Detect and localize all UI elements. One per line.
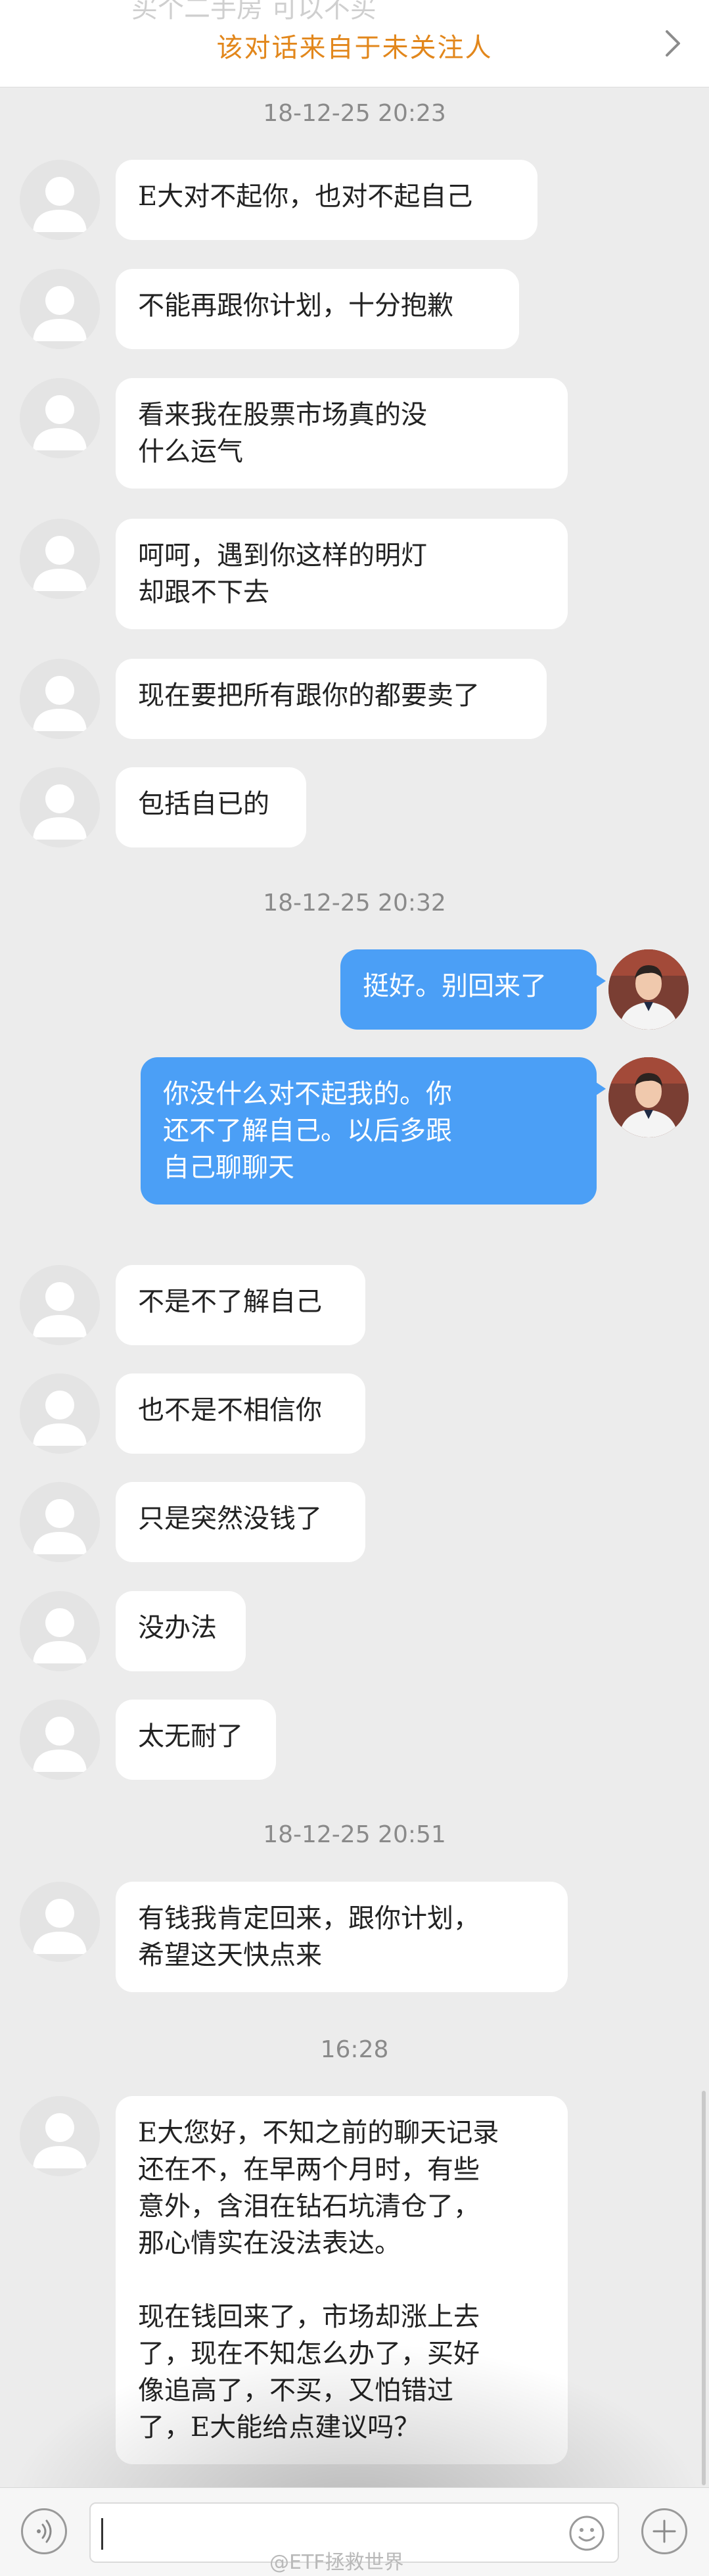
avatar-placeholder[interactable] bbox=[20, 1882, 100, 1962]
avatar[interactable] bbox=[608, 1057, 689, 1137]
message-bubble[interactable]: E大您好，不知之前的聊天记录 还在不，在早两个月时，有些 意外，含泪在钻石坑清仓… bbox=[116, 2096, 568, 2464]
plus-icon[interactable] bbox=[641, 2508, 687, 2554]
avatar-placeholder[interactable] bbox=[20, 1591, 100, 1671]
message-bubble[interactable]: 呵呵，遇到你这样的明灯 却跟不下去 bbox=[116, 519, 568, 629]
message-bubble-sent[interactable]: 你没什么对不起我的。你 还不了解自己。以后多跟 自己聊聊天 bbox=[141, 1057, 606, 1205]
input-bar: @ETF拯救世界 bbox=[0, 2487, 709, 2576]
message-bubble[interactable]: 有钱我肯定回来，跟你计划， 希望这天快点来 bbox=[116, 1882, 568, 1992]
message-bubble[interactable]: 太无耐了 bbox=[116, 1700, 276, 1780]
avatar-placeholder[interactable] bbox=[20, 1373, 100, 1454]
avatar-placeholder[interactable] bbox=[20, 269, 100, 349]
emoji-icon[interactable] bbox=[568, 2514, 606, 2552]
timestamp: 18-12-25 20:23 bbox=[263, 100, 446, 127]
timestamp: 16:28 bbox=[320, 2036, 389, 2063]
avatar-placeholder[interactable] bbox=[20, 1700, 100, 1780]
avatar-placeholder[interactable] bbox=[20, 378, 100, 458]
timestamp: 18-12-25 20:32 bbox=[263, 890, 446, 917]
watermark: @ETF拯救世界 bbox=[269, 2551, 404, 2574]
message-bubble[interactable]: 也不是不相信你 bbox=[116, 1373, 365, 1454]
message-bubble[interactable]: 包括自已的 bbox=[116, 767, 306, 847]
avatar-placeholder[interactable] bbox=[20, 659, 100, 739]
avatar-placeholder[interactable] bbox=[20, 767, 100, 847]
text-cursor bbox=[101, 2518, 103, 2550]
message-bubble[interactable]: 现在要把所有跟你的都要卖了 bbox=[116, 659, 547, 739]
chat-header: 买个二手房 可以不买 该对话来自于未关注人 bbox=[0, 0, 709, 87]
avatar-placeholder[interactable] bbox=[20, 1482, 100, 1562]
avatar-placeholder[interactable] bbox=[20, 160, 100, 240]
message-bubble[interactable]: 不是不了解自己 bbox=[116, 1265, 365, 1345]
avatar-placeholder[interactable] bbox=[20, 1265, 100, 1345]
message-bubble[interactable]: E大对不起你，也对不起自己 bbox=[116, 160, 537, 240]
message-bubble-sent[interactable]: 挺好。别回来了 bbox=[340, 949, 606, 1030]
scrollbar[interactable] bbox=[702, 2091, 706, 2485]
avatar[interactable] bbox=[608, 949, 689, 1030]
faded-previous-text: 买个二手房 可以不买 bbox=[131, 0, 377, 24]
message-bubble[interactable]: 只是突然没钱了 bbox=[116, 1482, 365, 1562]
message-bubble[interactable]: 看来我在股票市场真的没 什么运气 bbox=[116, 378, 568, 489]
conversation-notice-title: 该对话来自于未关注人 bbox=[216, 33, 493, 63]
chevron-right-icon[interactable] bbox=[656, 25, 689, 62]
avatar-placeholder[interactable] bbox=[20, 519, 100, 599]
timestamp: 18-12-25 20:51 bbox=[263, 1821, 446, 1848]
voice-icon[interactable] bbox=[21, 2508, 67, 2554]
avatar-placeholder[interactable] bbox=[20, 2096, 100, 2176]
message-bubble[interactable]: 不能再跟你计划，十分抱歉 bbox=[116, 269, 519, 349]
message-bubble[interactable]: 没办法 bbox=[116, 1591, 246, 1671]
